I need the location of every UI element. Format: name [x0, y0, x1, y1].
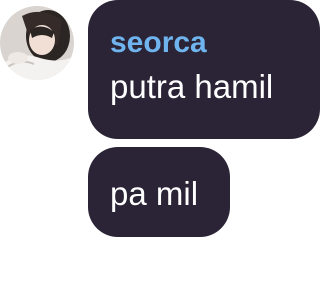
avatar[interactable] [0, 6, 74, 80]
avatar-photo-icon [0, 6, 74, 80]
chat-thread: seorca putra hamil pa mil [0, 0, 320, 292]
message-text: putra hamil [110, 68, 274, 105]
message-bubble[interactable]: pa mil [88, 147, 230, 237]
message-bubble[interactable]: seorca putra hamil [88, 0, 320, 139]
message-username[interactable]: seorca [110, 26, 300, 60]
message-text: pa mil [110, 175, 199, 212]
